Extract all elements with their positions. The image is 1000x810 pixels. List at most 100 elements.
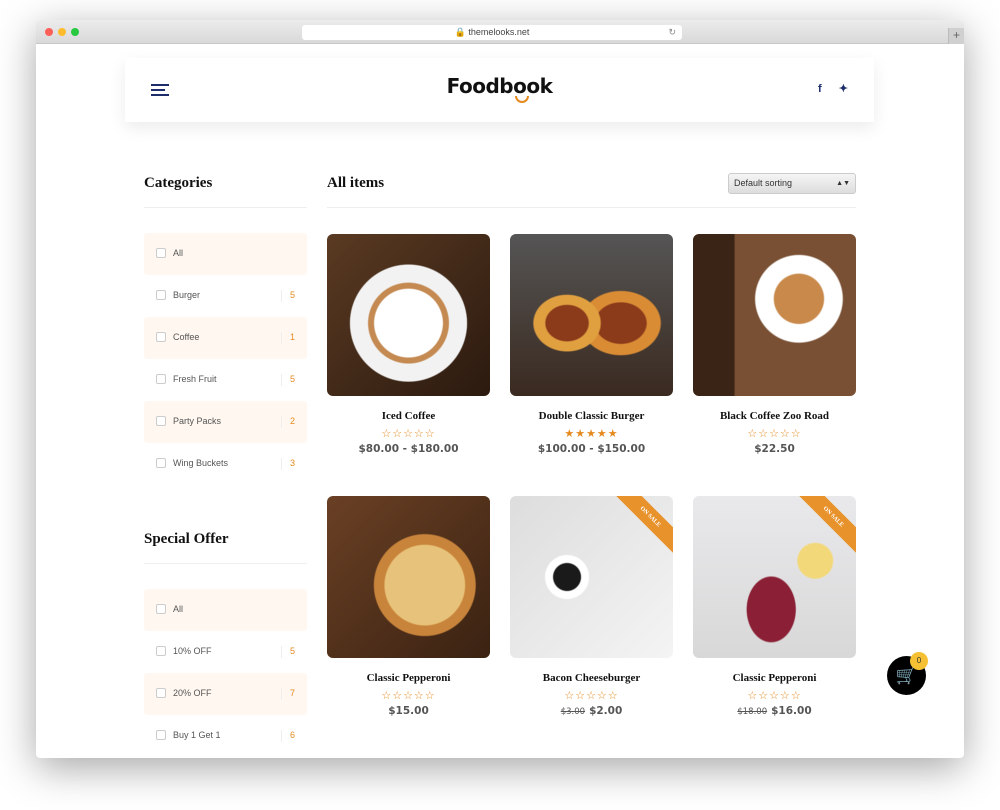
product-title[interactable]: Iced Coffee [327, 410, 490, 422]
browser-window: 🔒 themelooks.net ↻ + Foodbook f ✦ Categor… [36, 20, 964, 758]
filter-count: 6 [281, 730, 295, 742]
product-title[interactable]: Double Classic Burger [510, 410, 673, 422]
product-image[interactable] [327, 234, 490, 396]
checkbox[interactable] [156, 332, 166, 342]
filter-count: 7 [281, 688, 295, 700]
star-rating-icon: ☆☆☆☆☆ [564, 690, 619, 702]
checkbox[interactable] [156, 730, 166, 740]
filter-label: All [173, 604, 184, 614]
filter-count: 5 [281, 374, 295, 386]
checkbox[interactable] [156, 374, 166, 384]
url-text: themelooks.net [468, 27, 530, 37]
product-card[interactable]: ON SALE Classic Pepperoni ☆☆☆☆☆ $18.00 $1… [693, 496, 856, 717]
filter-count: 3 [281, 458, 295, 470]
reload-icon[interactable]: ↻ [668, 25, 676, 40]
on-sale-ribbon: ON SALE [794, 496, 856, 556]
product-price: $15.00 [327, 705, 490, 717]
filter-item[interactable]: 10% OFF 5 [144, 631, 307, 673]
filter-item[interactable]: Fresh Fruit 5 [144, 359, 307, 401]
checkbox[interactable] [156, 290, 166, 300]
product-price: $18.00 $16.00 [693, 705, 856, 717]
facebook-icon[interactable]: f [818, 83, 822, 95]
new-tab-button[interactable]: + [948, 28, 964, 44]
address-bar[interactable]: 🔒 themelooks.net ↻ [302, 25, 682, 40]
filter-count: 2 [281, 416, 295, 428]
checkbox[interactable] [156, 688, 166, 698]
product-image[interactable] [693, 234, 856, 396]
product-image[interactable] [327, 496, 490, 658]
zoom-window-button[interactable] [71, 28, 79, 36]
filter-label: 20% OFF [173, 688, 212, 698]
filter-item[interactable]: Party Packs 2 [144, 401, 307, 443]
special-offer-heading: Special Offer [144, 531, 229, 547]
lock-icon: 🔒 [454, 27, 466, 37]
filter-label: All [173, 248, 184, 258]
checkbox[interactable] [156, 416, 166, 426]
select-arrows-icon: ▲▼ [836, 180, 850, 187]
filter-count: 1 [281, 332, 295, 344]
price-value: $2.00 [589, 705, 623, 717]
filter-count: 5 [281, 646, 295, 658]
special-offer-filter-list: All 10% OFF 5 20% OFF 7 Buy 1 Get 1 6 [144, 589, 307, 757]
filter-label: Party Packs [173, 416, 222, 426]
star-rating-icon: ☆☆☆☆☆ [747, 428, 802, 440]
old-price: $3.00 [560, 707, 586, 717]
old-price: $18.00 [737, 707, 768, 717]
sort-select[interactable]: Default sorting ▲▼ [728, 173, 856, 194]
product-title[interactable]: Bacon Cheeseburger [510, 672, 673, 684]
product-price: $80.00 - $180.00 [327, 443, 490, 455]
minimize-window-button[interactable] [58, 28, 66, 36]
price-value: $100.00 - $150.00 [537, 443, 646, 455]
product-title[interactable]: Black Coffee Zoo Road [693, 410, 856, 422]
filter-item[interactable]: Burger 5 [144, 275, 307, 317]
browser-titlebar: 🔒 themelooks.net ↻ + [36, 20, 964, 44]
product-card[interactable]: Iced Coffee ☆☆☆☆☆ $80.00 - $180.00 [327, 234, 490, 455]
checkbox[interactable] [156, 646, 166, 656]
checkbox[interactable] [156, 604, 166, 614]
twitter-icon[interactable]: ✦ [839, 83, 848, 95]
categories-heading: Categories [144, 175, 213, 191]
filter-item[interactable]: All [144, 233, 307, 275]
divider [327, 207, 856, 208]
product-card[interactable]: Double Classic Burger ★★★★★ $100.00 - $1… [510, 234, 673, 455]
price-value: $16.00 [771, 705, 812, 717]
product-image[interactable]: ON SALE [693, 496, 856, 658]
filter-item[interactable]: 20% OFF 7 [144, 673, 307, 715]
filter-label: Wing Buckets [173, 458, 229, 468]
logo-smile-icon [515, 96, 529, 103]
cart-count-badge: 0 [910, 652, 928, 670]
filter-item[interactable]: Coffee 1 [144, 317, 307, 359]
star-rating-icon: ☆☆☆☆☆ [747, 690, 802, 702]
product-price: $100.00 - $150.00 [510, 443, 673, 455]
divider [144, 563, 307, 564]
product-card[interactable]: Black Coffee Zoo Road ☆☆☆☆☆ $22.50 [693, 234, 856, 455]
product-image[interactable] [510, 234, 673, 396]
filter-item[interactable]: All [144, 589, 307, 631]
product-image[interactable]: ON SALE [510, 496, 673, 658]
product-price: $22.50 [693, 443, 856, 455]
price-value: $80.00 - $180.00 [358, 443, 459, 455]
filter-item[interactable]: Buy 1 Get 1 6 [144, 715, 307, 757]
sort-value: Default sorting [734, 178, 793, 188]
star-rating-icon: ☆☆☆☆☆ [381, 428, 436, 440]
product-price: $3.00 $2.00 [510, 705, 673, 717]
close-window-button[interactable] [45, 28, 53, 36]
checkbox[interactable] [156, 248, 166, 258]
product-card[interactable]: ON SALE Bacon Cheeseburger ☆☆☆☆☆ $3.00 $2… [510, 496, 673, 717]
filter-label: 10% OFF [173, 646, 212, 656]
filter-count: 5 [281, 290, 295, 302]
product-title[interactable]: Classic Pepperoni [327, 672, 490, 684]
checkbox[interactable] [156, 458, 166, 468]
star-rating-icon: ☆☆☆☆☆ [381, 690, 436, 702]
logo[interactable]: Foodbook [125, 74, 874, 98]
divider [144, 207, 307, 208]
product-title[interactable]: Classic Pepperoni [693, 672, 856, 684]
product-card[interactable]: Classic Pepperoni ☆☆☆☆☆ $15.00 [327, 496, 490, 717]
price-value: $22.50 [754, 443, 795, 455]
filter-item[interactable]: Wing Buckets 3 [144, 443, 307, 485]
filter-label: Burger [173, 290, 201, 300]
filter-label: Buy 1 Get 1 [173, 730, 221, 740]
site-header: Foodbook f ✦ [125, 58, 874, 122]
filter-label: Coffee [173, 332, 200, 342]
price-value: $15.00 [388, 705, 429, 717]
